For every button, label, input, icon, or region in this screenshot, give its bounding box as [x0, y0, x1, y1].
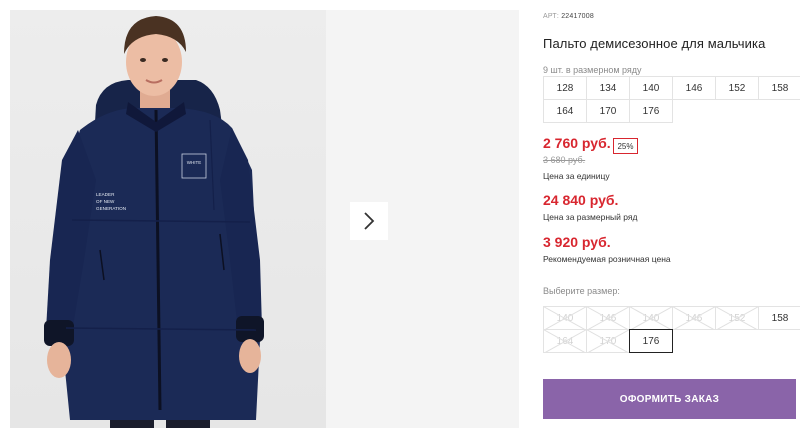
- pack-note: 9 шт. в размерном ряду: [543, 65, 642, 75]
- chest-logo-text: WHITE: [187, 160, 202, 165]
- print-line-2: OF NEW: [96, 199, 115, 204]
- size-option-selected[interactable]: 176: [629, 329, 673, 353]
- pack-size-cell: 134: [586, 76, 630, 100]
- retail-price-label: Рекомендуемая розничная цена: [543, 254, 671, 264]
- boy-in-coat-image: WHITE LEADER OF NEW GENERATION: [44, 16, 264, 428]
- gallery-next-button[interactable]: [350, 202, 388, 240]
- size-option[interactable]: 146: [672, 306, 716, 330]
- pack-price-label: Цена за размерный ряд: [543, 212, 638, 222]
- pack-size-cell: 176: [629, 99, 673, 123]
- pack-size-grid: 128 134 140 146 152 158 164 170 176: [543, 76, 800, 123]
- size-option[interactable]: 140: [629, 306, 673, 330]
- size-option[interactable]: 164: [543, 329, 587, 353]
- old-price: 3 680 руб.: [543, 155, 586, 165]
- article-label: АРТ:: [543, 13, 560, 20]
- article-number: АРТ: 22417008: [543, 13, 594, 20]
- article-code: 22417008: [561, 13, 594, 20]
- pack-size-cell: 140: [629, 76, 673, 100]
- place-order-button[interactable]: ОФОРМИТЬ ЗАКАЗ: [543, 379, 796, 419]
- size-option[interactable]: 170: [586, 329, 630, 353]
- chevron-right-icon: [364, 212, 375, 230]
- pack-size-cell: 152: [715, 76, 759, 100]
- size-option[interactable]: 152: [715, 306, 759, 330]
- size-option[interactable]: 158: [758, 306, 800, 330]
- size-option[interactable]: 146: [586, 306, 630, 330]
- print-line-3: GENERATION: [96, 206, 126, 211]
- product-photo[interactable]: WHITE LEADER OF NEW GENERATION: [10, 10, 326, 428]
- pack-size-cell: 170: [586, 99, 630, 123]
- pack-size-cell: 158: [758, 76, 800, 100]
- size-selector: 140 146 140 146 152 158 164 170 176: [543, 306, 800, 353]
- size-select-label: Выберите размер:: [543, 286, 620, 296]
- pack-size-cell: 146: [672, 76, 716, 100]
- unit-price: 2 760 руб.: [543, 135, 611, 151]
- pack-size-cell: 128: [543, 76, 587, 100]
- size-option[interactable]: 140: [543, 306, 587, 330]
- unit-price-label: Цена за единицу: [543, 171, 610, 181]
- product-title: Пальто демисезонное для мальчика: [543, 36, 766, 51]
- print-line-1: LEADER: [96, 192, 115, 197]
- pack-price: 24 840 руб.: [543, 192, 619, 208]
- retail-price: 3 920 руб.: [543, 234, 611, 250]
- discount-badge: 25%: [613, 138, 638, 154]
- pack-size-cell: 164: [543, 99, 587, 123]
